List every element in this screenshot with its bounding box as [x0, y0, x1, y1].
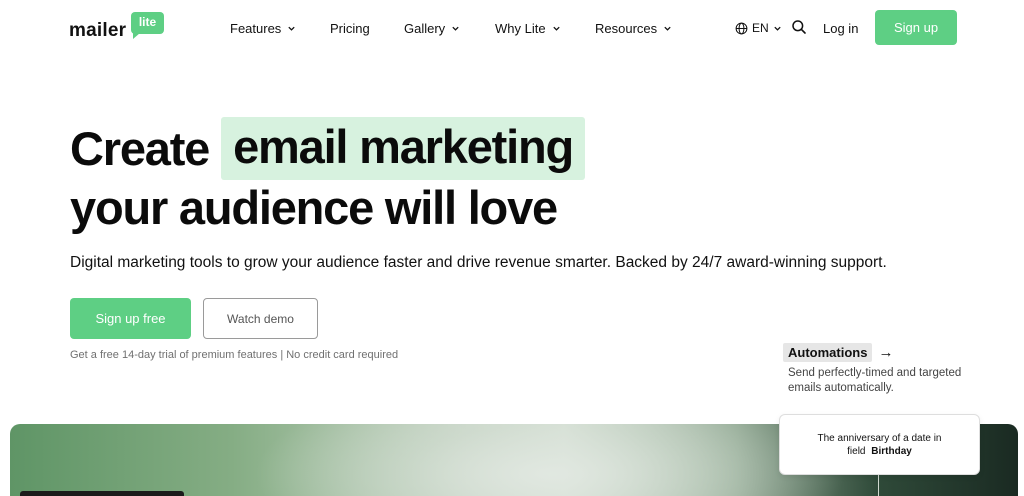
trigger-card-line1: The anniversary of a date in	[817, 432, 942, 444]
automations-description: Send perfectly-timed and targeted emails…	[788, 367, 962, 394]
chevron-down-icon	[288, 26, 295, 31]
hero-title-line1: Create email marketing	[70, 116, 585, 180]
signup-button[interactable]: Sign up	[875, 10, 957, 45]
nav-resources-label: Resources	[595, 20, 658, 36]
logo-word: mailer	[69, 20, 127, 41]
chevron-down-icon	[774, 26, 781, 31]
dark-panel-edge	[20, 491, 184, 496]
nav-features-label: Features	[230, 20, 282, 36]
automations-link[interactable]: Automations →	[783, 343, 893, 362]
automations-label: Automations	[783, 343, 873, 362]
chevron-down-icon	[452, 26, 459, 31]
language-label: EN	[752, 21, 769, 35]
automation-trigger-card: The anniversary of a date in field Birth…	[779, 414, 980, 475]
globe-icon	[735, 22, 748, 34]
connector-line	[878, 474, 879, 496]
trigger-card-field: Birthday	[871, 445, 912, 457]
nav-gallery[interactable]: Gallery	[404, 0, 460, 56]
hero-title-line2: your audience will love	[70, 181, 558, 234]
nav-why-lite[interactable]: Why Lite	[495, 0, 561, 56]
watch-demo-button[interactable]: Watch demo	[203, 298, 318, 339]
hero-subtitle: Digital marketing tools to grow your aud…	[70, 254, 887, 271]
nav-resources[interactable]: Resources	[595, 0, 672, 56]
logo-badge: lite	[131, 12, 164, 39]
chevron-down-icon	[552, 26, 560, 31]
nav-why-lite-label: Why Lite	[495, 20, 546, 36]
chevron-down-icon	[664, 26, 671, 31]
signup-free-button[interactable]: Sign up free	[70, 298, 191, 339]
mailerlite-logo[interactable]: mailer lite	[69, 12, 169, 42]
top-navigation: mailer lite Features Pricing Gallery Why…	[0, 0, 1024, 56]
page: mailer lite Features Pricing Gallery Why…	[0, 0, 1024, 496]
arrow-right-icon: →	[878, 344, 894, 361]
nav-pricing[interactable]: Pricing	[330, 0, 370, 56]
nav-features[interactable]: Features	[230, 0, 296, 56]
trial-note: Get a free 14-day trial of premium featu…	[70, 349, 399, 361]
hero-title-start: Create	[70, 121, 210, 175]
trigger-card-prefix: field	[847, 445, 866, 457]
language-selector[interactable]: EN	[735, 0, 786, 56]
nav-pricing-label: Pricing	[330, 20, 370, 36]
nav-gallery-label: Gallery	[404, 20, 446, 36]
trigger-card-line2: field Birthday	[847, 445, 912, 458]
search-icon[interactable]	[791, 19, 807, 35]
login-link[interactable]: Log in	[823, 0, 858, 56]
hero-title-highlight: email marketing	[221, 116, 585, 180]
